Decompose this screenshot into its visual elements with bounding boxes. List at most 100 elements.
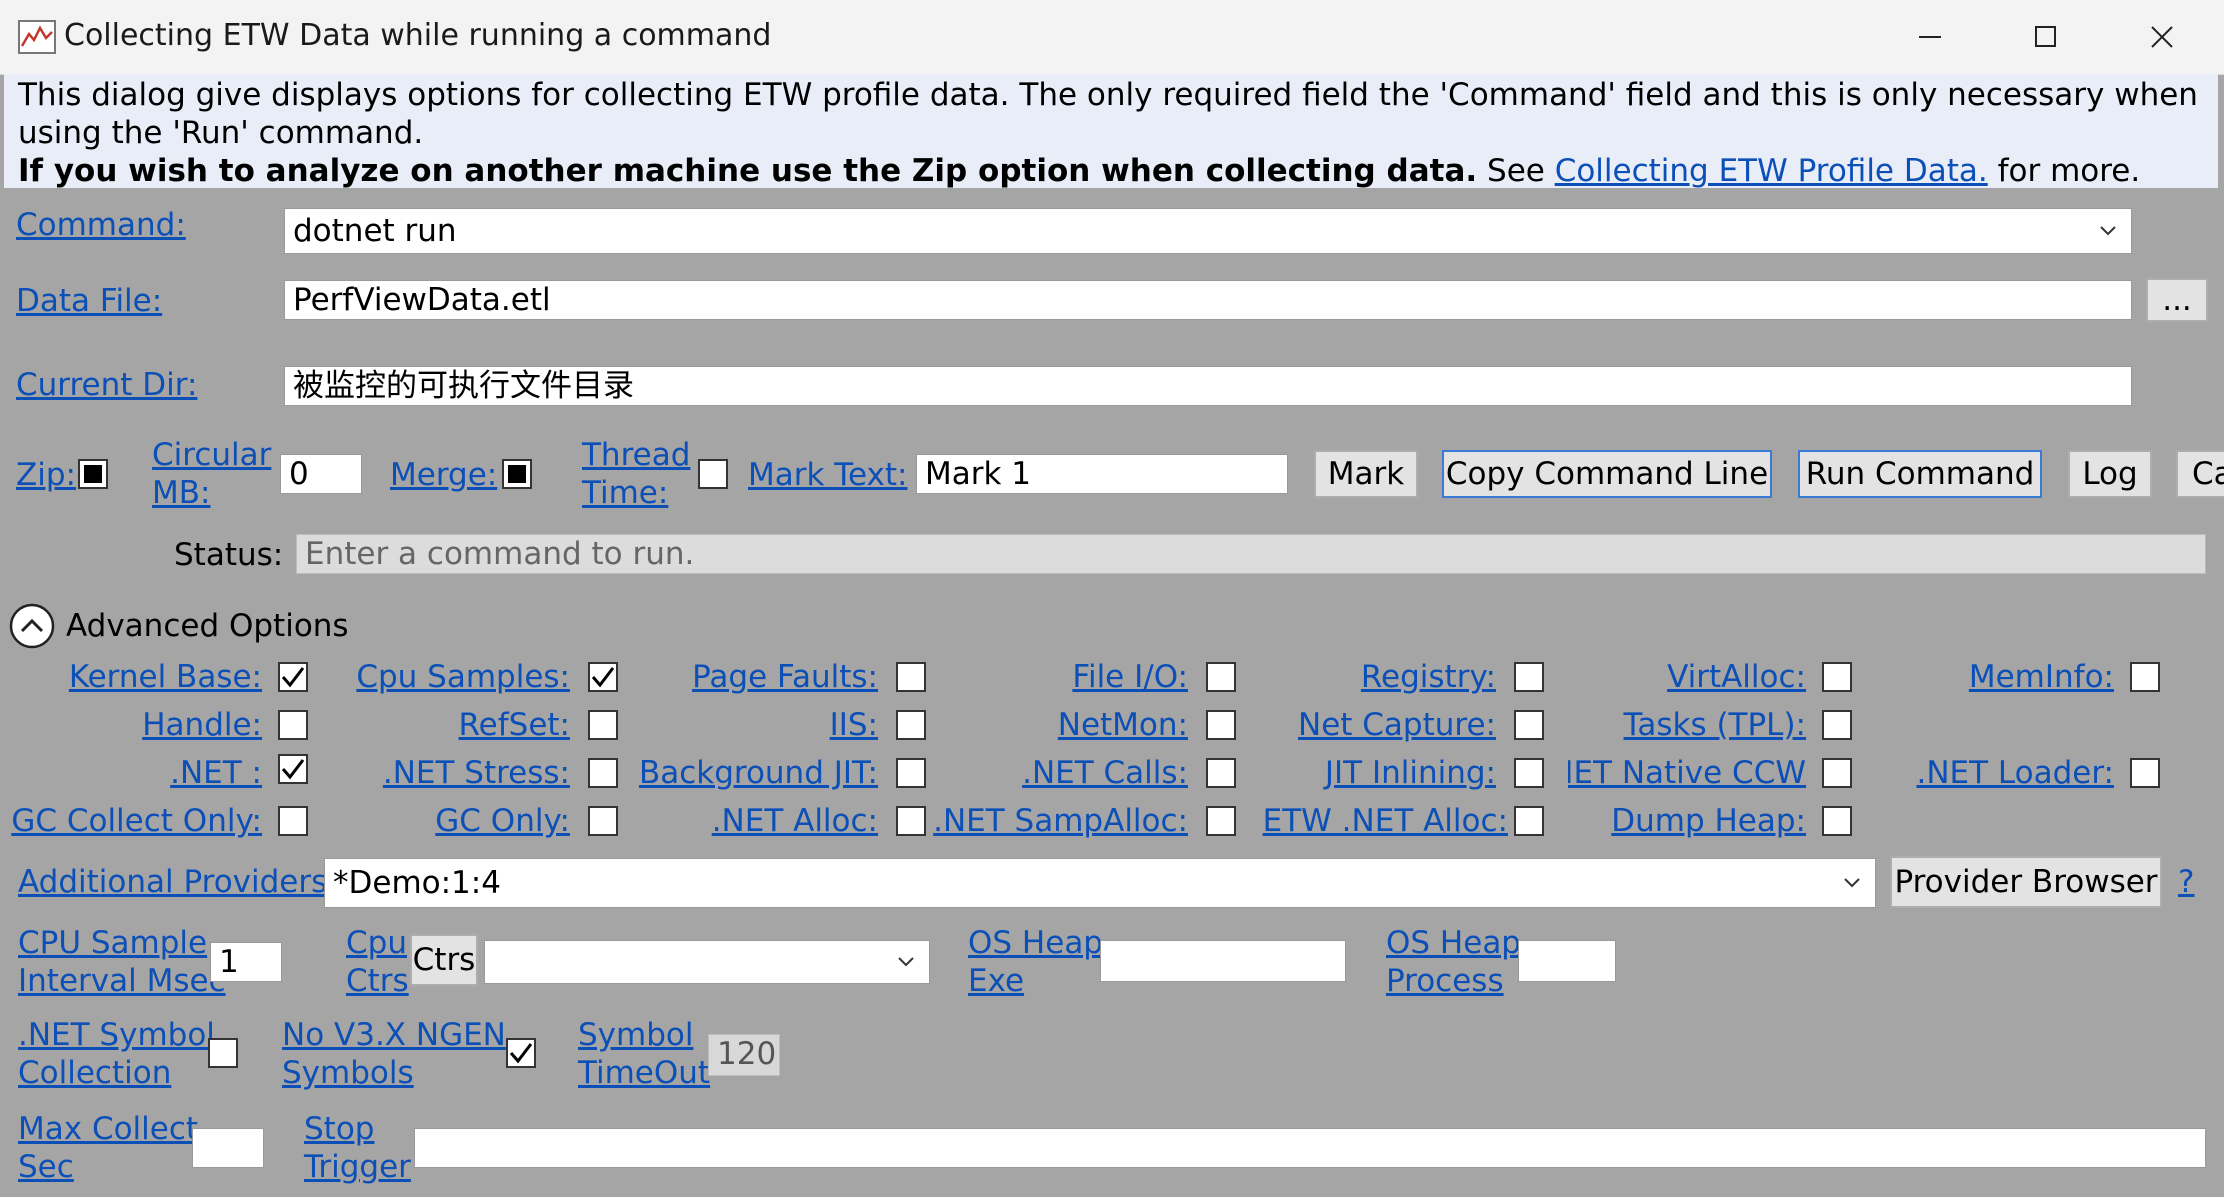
copy-command-line-button[interactable]: Copy Command Line xyxy=(1442,450,1772,498)
mark-text-input[interactable]: Mark 1 xyxy=(916,454,1288,494)
dotnet-alloc-checkbox[interactable] xyxy=(896,806,926,836)
max-collect-sec-label-line1[interactable]: Max Collect xyxy=(18,1110,198,1148)
net-capture-checkbox[interactable] xyxy=(1514,710,1544,740)
tasks-tpl-label[interactable]: Tasks (TPL): xyxy=(1624,706,1806,744)
command-combobox[interactable]: dotnet run xyxy=(284,208,2132,254)
thread-time-label-line2[interactable]: Time: xyxy=(582,474,668,512)
background-jit-label[interactable]: Background JIT: xyxy=(639,754,878,792)
no-v3x-ngen-symbols-label-line1[interactable]: No V3.X NGEN xyxy=(282,1016,506,1054)
net-symbol-collection-label-line1[interactable]: .NET Symbol xyxy=(18,1016,215,1054)
net-symbol-collection-label-line2[interactable]: Collection xyxy=(18,1054,171,1092)
symbol-timeout-label-line1[interactable]: Symbol xyxy=(578,1016,693,1054)
dotnet-sampalloc-checkbox[interactable] xyxy=(1206,806,1236,836)
thread-time-label-line1[interactable]: Thread xyxy=(582,436,690,474)
registry-label[interactable]: Registry: xyxy=(1361,658,1496,696)
os-heap-exe-input[interactable] xyxy=(1100,940,1346,982)
run-command-button[interactable]: Run Command xyxy=(1798,450,2042,498)
data-file-label[interactable]: Data File: xyxy=(16,282,162,320)
dotnet-stress-label[interactable]: .NET Stress: xyxy=(383,754,570,792)
gc-collect-only-label[interactable]: GC Collect Only: xyxy=(11,802,262,840)
dotnet-sampalloc-label[interactable]: .NET SampAlloc: xyxy=(933,802,1188,840)
merge-checkbox[interactable] xyxy=(502,459,532,489)
stop-trigger-input[interactable] xyxy=(414,1128,2206,1168)
dump-heap-label[interactable]: Dump Heap: xyxy=(1611,802,1806,840)
refset-label[interactable]: RefSet: xyxy=(459,706,570,744)
cpu-sample-interval-label-line1[interactable]: CPU Sample xyxy=(18,924,207,962)
os-heap-process-label-line2[interactable]: Process xyxy=(1386,962,1504,1000)
command-label[interactable]: Command: xyxy=(16,206,186,244)
cpu-ctrs-label-line1[interactable]: Cpu xyxy=(346,924,407,962)
chevron-down-icon[interactable] xyxy=(2099,225,2117,237)
additional-providers-combobox[interactable]: *Demo:1:4 xyxy=(324,858,1876,908)
dotnet-label[interactable]: .NET : xyxy=(170,754,262,792)
dotnet-alloc-label[interactable]: .NET Alloc: xyxy=(712,802,878,840)
meminfo-checkbox[interactable] xyxy=(2130,662,2160,692)
stop-trigger-label-line2[interactable]: Trigger xyxy=(304,1148,411,1186)
advanced-options-label[interactable]: Advanced Options xyxy=(66,607,349,645)
file-io-label[interactable]: File I/O: xyxy=(1072,658,1188,696)
gc-collect-only-checkbox[interactable] xyxy=(278,806,308,836)
circular-label-line1[interactable]: Circular xyxy=(152,436,271,474)
gc-only-label[interactable]: GC Only: xyxy=(435,802,570,840)
jit-inlining-checkbox[interactable] xyxy=(1514,758,1544,788)
max-collect-sec-label-line2[interactable]: Sec xyxy=(18,1148,74,1186)
current-dir-input[interactable]: 被监控的可执行文件目录 xyxy=(284,366,2132,406)
dump-heap-checkbox[interactable] xyxy=(1822,806,1852,836)
cpu-ctrs-label-line2[interactable]: Ctrs xyxy=(346,962,409,1000)
browse-button[interactable]: ... xyxy=(2146,278,2208,322)
providers-help-link[interactable]: ? xyxy=(2178,863,2194,901)
merge-label[interactable]: Merge: xyxy=(390,456,497,494)
circular-label-line2[interactable]: MB: xyxy=(152,474,210,512)
symbol-timeout-input[interactable]: 120 xyxy=(708,1034,780,1076)
thread-time-checkbox[interactable] xyxy=(698,459,728,489)
gc-only-checkbox[interactable] xyxy=(588,806,618,836)
kernel-base-label[interactable]: Kernel Base: xyxy=(69,658,262,696)
handle-checkbox[interactable] xyxy=(278,710,308,740)
iis-checkbox[interactable] xyxy=(896,710,926,740)
virtalloc-checkbox[interactable] xyxy=(1822,662,1852,692)
os-heap-process-input[interactable] xyxy=(1518,940,1616,982)
current-dir-label[interactable]: Current Dir: xyxy=(16,366,197,404)
symbol-timeout-label-line2[interactable]: TimeOut xyxy=(578,1054,710,1092)
netmon-label[interactable]: NetMon: xyxy=(1058,706,1188,744)
zip-checkbox[interactable] xyxy=(78,459,108,489)
cpu-sample-interval-label-line2[interactable]: Interval Msec xyxy=(18,962,226,1000)
page-faults-checkbox[interactable] xyxy=(896,662,926,692)
iis-label[interactable]: IIS: xyxy=(830,706,878,744)
circular-mb-input[interactable]: 0 xyxy=(280,454,362,494)
mark-text-label[interactable]: Mark Text: xyxy=(748,456,907,494)
background-jit-checkbox[interactable] xyxy=(896,758,926,788)
close-button[interactable] xyxy=(2104,0,2220,74)
etw-dotnet-alloc-label[interactable]: ETW .NET Alloc: xyxy=(1263,802,1508,840)
jit-inlining-label[interactable]: JIT Inlining: xyxy=(1325,754,1496,792)
dotnet-calls-checkbox[interactable] xyxy=(1206,758,1236,788)
os-heap-process-label-line1[interactable]: OS Heap xyxy=(1386,924,1521,962)
tasks-tpl-checkbox[interactable] xyxy=(1822,710,1852,740)
mark-button[interactable]: Mark xyxy=(1314,450,1418,498)
net-capture-label[interactable]: Net Capture: xyxy=(1298,706,1496,744)
data-file-input[interactable]: PerfViewData.etl xyxy=(284,280,2132,320)
chevron-down-icon[interactable] xyxy=(1843,877,1861,889)
kernel-base-checkbox[interactable] xyxy=(278,662,308,692)
etw-dotnet-alloc-checkbox[interactable] xyxy=(1514,806,1544,836)
os-heap-exe-label-line2[interactable]: Exe xyxy=(968,962,1024,1000)
page-faults-label[interactable]: Page Faults: xyxy=(692,658,878,696)
collecting-etw-link[interactable]: Collecting ETW Profile Data. xyxy=(1555,153,1988,189)
meminfo-label[interactable]: MemInfo: xyxy=(1969,658,2114,696)
net-symbol-collection-checkbox[interactable] xyxy=(208,1038,238,1068)
cpu-samples-label[interactable]: Cpu Samples: xyxy=(356,658,570,696)
dotnet-loader-label[interactable]: .NET Loader: xyxy=(1916,754,2114,792)
collapse-chevron-up-icon[interactable] xyxy=(8,602,56,650)
netmon-checkbox[interactable] xyxy=(1206,710,1236,740)
registry-checkbox[interactable] xyxy=(1514,662,1544,692)
dotnet-stress-checkbox[interactable] xyxy=(588,758,618,788)
handle-label[interactable]: Handle: xyxy=(142,706,262,744)
ctrs-button[interactable]: Ctrs xyxy=(410,934,478,986)
net-native-ccw-label[interactable]: NET Native CCW: xyxy=(1568,754,1806,792)
net-native-ccw-checkbox[interactable] xyxy=(1822,758,1852,788)
dotnet-calls-label[interactable]: .NET Calls: xyxy=(1022,754,1188,792)
max-collect-sec-input[interactable] xyxy=(192,1128,264,1168)
additional-providers-label[interactable]: Additional Providers: xyxy=(18,863,338,901)
cancel-button[interactable]: Ca xyxy=(2176,450,2224,498)
os-heap-exe-label-line1[interactable]: OS Heap xyxy=(968,924,1103,962)
